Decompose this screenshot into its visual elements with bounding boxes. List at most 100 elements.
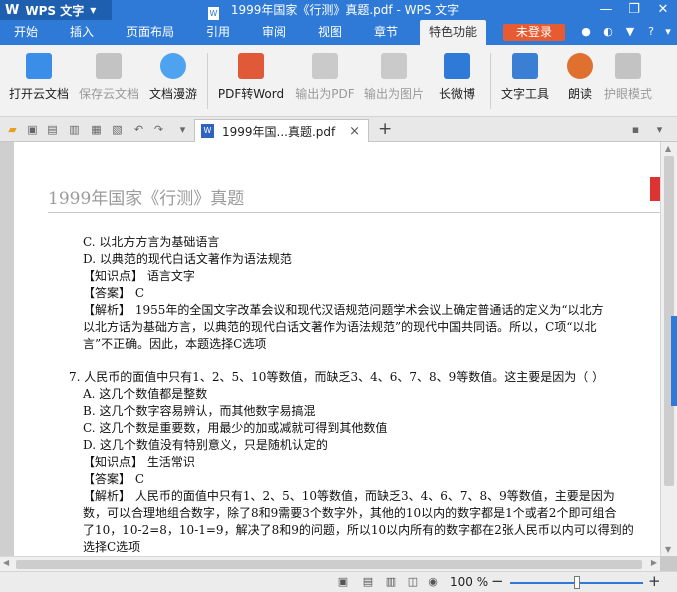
- export-image-label: 输出为图片: [363, 87, 424, 101]
- option-d: D. 这几个数值没有特别意义，只是随机认定的: [83, 438, 328, 452]
- export-pdf-button[interactable]: 输出为PDF: [292, 51, 358, 111]
- zoom-level[interactable]: 100 %: [450, 575, 488, 589]
- sync-icon[interactable]: ◐: [600, 24, 616, 40]
- scroll-left-icon[interactable]: ◀: [3, 558, 9, 567]
- pdf-document-icon: W: [208, 7, 219, 20]
- ribbon-separator: [490, 53, 491, 109]
- read-aloud-button[interactable]: 朗读: [562, 51, 598, 111]
- menu-tab-view[interactable]: 视图: [306, 20, 354, 45]
- export-pdf-label: 输出为PDF: [295, 87, 355, 101]
- pdf-icon: [238, 53, 264, 79]
- open-folder-icon[interactable]: ▰: [5, 122, 20, 137]
- document-page: 1999年国家《行测》真题 C. 以北方方言为基础语言 D. 以典范的现代白话文…: [14, 142, 660, 556]
- document-icon: W: [201, 124, 214, 138]
- doc-roaming-label: 文档漫游: [148, 87, 197, 101]
- scroll-down-icon[interactable]: ▼: [665, 545, 671, 554]
- pdf-to-word-button[interactable]: PDF转Word: [214, 51, 288, 111]
- text-line: 言”不正确。因此，本题选择C选项: [83, 337, 267, 351]
- export-image-icon: [381, 53, 407, 79]
- menu-tab-page-layout[interactable]: 页面布局: [118, 20, 182, 45]
- minimize-button[interactable]: —: [592, 0, 620, 20]
- tab-menu-icon[interactable]: ▾: [652, 122, 667, 137]
- text-tools-label: 文字工具: [500, 87, 549, 101]
- text-line: 【答案】 C: [83, 286, 144, 300]
- horizontal-scrollbar[interactable]: ◀ ▶: [0, 556, 660, 571]
- add-tab-button[interactable]: +: [378, 119, 392, 139]
- doc-roaming-button[interactable]: 文档漫游: [146, 51, 200, 111]
- find-icon[interactable]: ▧: [110, 122, 125, 137]
- document-tab-label: 1999年国...真题.pdf: [222, 124, 336, 139]
- text-line: 了10，10-2=8，10-1=9，解决了8和9的问题，所以10以内所有的数字都…: [83, 523, 634, 537]
- login-button[interactable]: 未登录: [503, 24, 565, 41]
- document-tab[interactable]: W 1999年国...真题.pdf ×: [194, 119, 369, 142]
- help-icon[interactable]: ?: [643, 24, 659, 40]
- outline-view-icon[interactable]: ▥: [384, 575, 398, 589]
- option-a: A. 这几个数值都是整数: [83, 387, 208, 401]
- status-bar: ▣ ▤ ▥ ◫ ◉ 100 % − +: [0, 571, 677, 592]
- cloud-roaming-icon: [160, 53, 186, 79]
- text-line: 以北方话为基础方言，以典范的现代白话文著作为语法规范”的现代中国共同语。所以，C…: [83, 320, 597, 334]
- horizontal-scroll-thumb[interactable]: [16, 560, 642, 569]
- menu-tab-references[interactable]: 引用: [194, 20, 242, 45]
- undo-icon[interactable]: ↶: [131, 122, 146, 137]
- window-title: 1999年国家《行测》真题.pdf - WPS 文字: [230, 3, 460, 17]
- print-preview-icon[interactable]: ▦: [89, 122, 104, 137]
- restore-button[interactable]: ❐: [620, 0, 648, 20]
- scroll-up-icon[interactable]: ▲: [665, 144, 671, 153]
- menu-tab-special-features[interactable]: 特色功能: [420, 20, 486, 45]
- export-icon[interactable]: ▤: [45, 122, 60, 137]
- skin-icon[interactable]: ●: [578, 24, 594, 40]
- text-line: 【答案】 C: [83, 472, 144, 486]
- eye-icon: [615, 53, 641, 79]
- app-name: WPS 文字: [25, 3, 85, 18]
- export-image-button[interactable]: 输出为图片: [360, 51, 428, 111]
- side-panel-handle[interactable]: [671, 316, 677, 406]
- menu-tab-chapter[interactable]: 章节: [362, 20, 410, 45]
- header-rule: [48, 212, 660, 213]
- redo-icon[interactable]: ↷: [151, 122, 166, 137]
- chevron-down-icon[interactable]: ▾: [660, 24, 676, 40]
- long-weibo-button[interactable]: 长微博: [430, 51, 484, 111]
- scroll-right-icon[interactable]: ▶: [651, 558, 657, 567]
- eye-mode-icon[interactable]: ◉: [426, 575, 440, 589]
- text-line: 【解析】 1955年的全国文字改革会议和现代汉语规范问题学术会议上确定普通话的定…: [83, 303, 604, 317]
- read-aloud-label: 朗读: [567, 87, 592, 101]
- zoom-in-button[interactable]: +: [648, 572, 661, 590]
- cloud-save-icon: [96, 53, 122, 79]
- bookmark-marker: [650, 177, 660, 201]
- wps-logo-icon: W: [5, 2, 20, 18]
- cloud-folder-icon: [26, 53, 52, 79]
- export-pdf-icon: [312, 53, 338, 79]
- text-tools-button[interactable]: 文字工具: [496, 51, 554, 111]
- text-line: 【解析】 人民币的面值中只有1、2、5、10等数值，而缺乏3、4、6、7、8、9…: [83, 489, 615, 503]
- save-cloud-doc-label: 保存云文档: [78, 87, 139, 101]
- shirt-icon[interactable]: ▼: [622, 24, 638, 40]
- title-bar: W WPS 文字 ▼ W 1999年国家《行测》真题.pdf - WPS 文字 …: [0, 0, 677, 20]
- save-cloud-doc-button[interactable]: 保存云文档: [76, 51, 142, 111]
- eye-protection-label: 护眼模式: [603, 87, 652, 101]
- zoom-slider-handle[interactable]: [574, 576, 580, 589]
- web-view-icon[interactable]: ◫: [406, 575, 420, 589]
- window-list-icon[interactable]: ▪: [628, 122, 643, 137]
- weibo-icon: [444, 53, 470, 79]
- zoom-out-button[interactable]: −: [491, 572, 504, 590]
- microphone-icon: [567, 53, 593, 79]
- text-line: 【知识点】 生活常识: [83, 455, 195, 469]
- window-title-area: W 1999年国家《行测》真题.pdf - WPS 文字: [208, 1, 459, 20]
- close-tab-icon[interactable]: ×: [349, 124, 360, 139]
- eye-protection-button[interactable]: 护眼模式: [600, 51, 656, 111]
- wps-app-menu-button[interactable]: W WPS 文字 ▼: [0, 0, 112, 20]
- save-icon[interactable]: ▣: [25, 122, 40, 137]
- menu-tab-start[interactable]: 开始: [4, 20, 48, 45]
- menu-tab-review[interactable]: 审阅: [250, 20, 298, 45]
- menu-tab-insert[interactable]: 插入: [58, 20, 106, 45]
- open-cloud-doc-button[interactable]: 打开云文档: [6, 51, 72, 111]
- text-line: 数，可以合理地组合数字，除了8和9需要3个数字外，其他的10以内的数字都是1个或…: [83, 506, 617, 520]
- fit-page-icon[interactable]: ▣: [336, 575, 350, 589]
- close-window-button[interactable]: ✕: [649, 0, 677, 20]
- chevron-down-icon[interactable]: ▾: [175, 122, 190, 137]
- page-view-icon[interactable]: ▤: [361, 575, 375, 589]
- text-line: 【知识点】 语言文字: [83, 269, 195, 283]
- print-icon[interactable]: ▥: [67, 122, 82, 137]
- text-line: D. 以典范的现代白话文著作为语法规范: [83, 252, 292, 266]
